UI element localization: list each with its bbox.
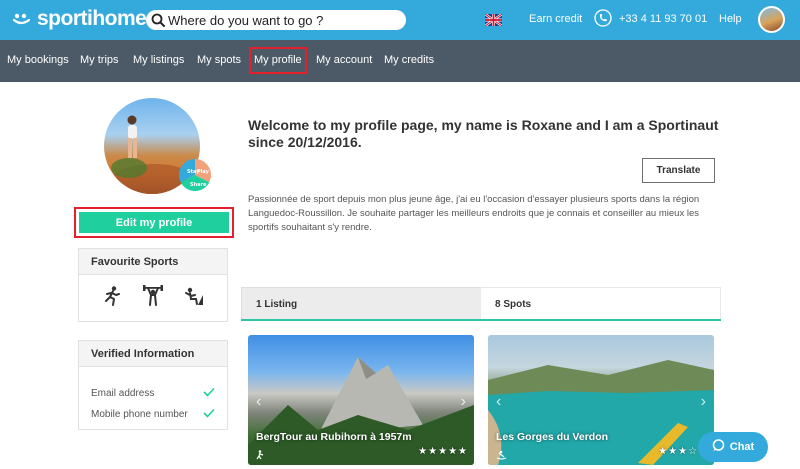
nav-item-my-credits[interactable]: My credits xyxy=(384,54,434,66)
search-input[interactable] xyxy=(168,12,398,28)
sports-icons-row xyxy=(79,275,227,321)
earn-credit-link[interactable]: Earn credit xyxy=(529,13,582,25)
spot-card-title: BergTour au Rubihorn à 1957m xyxy=(256,431,412,443)
chat-button[interactable]: Chat xyxy=(698,432,768,462)
kayak-icon xyxy=(496,447,507,460)
verify-label-phone: Mobile phone number xyxy=(91,409,188,420)
stay-play-share-badge: Stay Play Share xyxy=(178,159,212,192)
user-avatar[interactable] xyxy=(758,6,785,33)
search-box[interactable] xyxy=(146,10,406,30)
carousel-prev-icon[interactable]: ‹ xyxy=(496,393,501,411)
top-header: sportihome Earn credit +33 4 11 93 70 01… xyxy=(0,0,800,40)
checkmark-icon xyxy=(203,408,215,421)
running-icon xyxy=(101,285,123,312)
logo-smile-icon xyxy=(12,12,36,26)
verify-row-phone: Mobile phone number xyxy=(79,404,227,425)
carousel-prev-icon[interactable]: ‹ xyxy=(256,393,261,411)
verified-info-title: Verified Information xyxy=(79,341,227,367)
checkmark-icon xyxy=(203,387,215,400)
nav-item-my-spots[interactable]: My spots xyxy=(197,54,241,66)
favourite-sports-title: Favourite Sports xyxy=(79,249,227,275)
edit-profile-button[interactable]: Edit my profile xyxy=(79,212,229,233)
search-icon xyxy=(148,10,168,30)
logo[interactable]: sportihome xyxy=(12,7,147,31)
climbing-icon xyxy=(183,285,205,312)
uk-flag-icon[interactable] xyxy=(484,13,503,27)
nav-item-my-listings[interactable]: My listings xyxy=(133,54,184,66)
nav-item-my-bookings[interactable]: My bookings xyxy=(7,54,69,66)
nav-item-my-account[interactable]: My account xyxy=(316,54,372,66)
logo-text: sportihome xyxy=(37,7,147,30)
translate-button[interactable]: Translate xyxy=(642,158,715,183)
tab-listing[interactable]: 1 Listing xyxy=(241,287,481,319)
profile-bio: Passionnée de sport depuis mon plus jeun… xyxy=(248,194,700,233)
nav-item-my-trips[interactable]: My trips xyxy=(80,54,119,66)
profile-nav: My bookings My trips My listings My spot… xyxy=(0,40,800,82)
weightlifting-icon xyxy=(142,284,164,312)
spot-card[interactable]: ‹ › BergTour au Rubihorn à 1957m ★★★★★ xyxy=(248,335,474,465)
chat-bubble-icon xyxy=(712,439,725,455)
rating-stars: ★★★★★ xyxy=(418,446,468,457)
edit-profile-highlight: Edit my profile xyxy=(74,207,234,238)
chat-label: Chat xyxy=(729,441,755,453)
badge-share: Share xyxy=(190,182,207,188)
verified-info-panel: Verified Information Email address Mobil… xyxy=(78,340,228,430)
phone-number[interactable]: +33 4 11 93 70 01 xyxy=(619,13,707,25)
phone-icon xyxy=(594,9,612,27)
badge-play: Play xyxy=(197,169,210,175)
listing-spot-tabs: 1 Listing 8 Spots xyxy=(241,287,721,321)
spot-card-title: Les Gorges du Verdon xyxy=(496,431,609,443)
nav-item-my-profile[interactable]: My profile xyxy=(249,47,307,74)
tab-spots[interactable]: 8 Spots xyxy=(481,287,721,319)
spot-card[interactable]: ‹ › Les Gorges du Verdon ★★★☆☆ xyxy=(488,335,714,465)
profile-headline: Welcome to my profile page, my name is R… xyxy=(248,117,719,150)
verify-row-email: Email address xyxy=(79,383,227,404)
verify-label-email: Email address xyxy=(91,388,155,399)
carousel-next-icon[interactable]: › xyxy=(701,393,706,411)
favourite-sports-panel: Favourite Sports xyxy=(78,248,228,322)
hiking-icon xyxy=(256,447,267,460)
help-link[interactable]: Help xyxy=(719,13,742,25)
carousel-next-icon[interactable]: › xyxy=(461,393,466,411)
